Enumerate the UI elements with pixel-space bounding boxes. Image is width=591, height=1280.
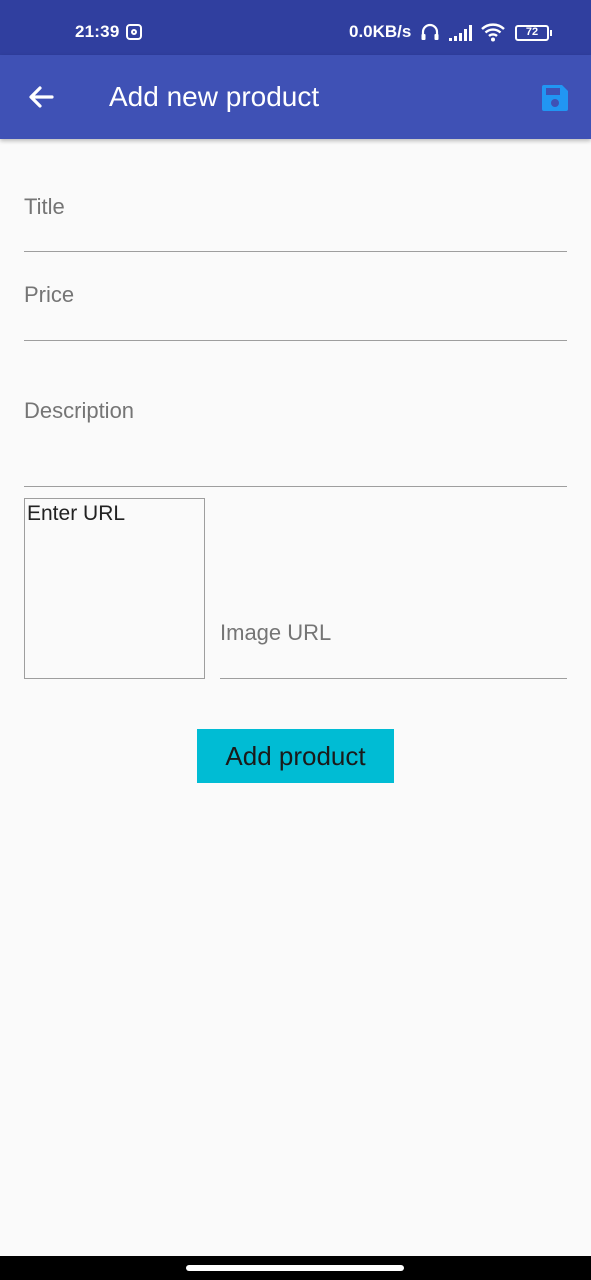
add-product-button[interactable]: Add product — [197, 729, 394, 783]
battery-cap — [550, 30, 552, 36]
status-time: 21:39 — [75, 22, 120, 41]
battery-level: 72 — [525, 26, 539, 38]
title-input[interactable] — [24, 194, 567, 220]
wifi-icon — [481, 23, 505, 42]
price-input[interactable] — [24, 282, 567, 308]
title-field — [24, 180, 567, 252]
image-url-field — [220, 608, 567, 679]
signal-icon — [449, 25, 472, 41]
description-field — [24, 388, 567, 487]
network-speed: 0.0KB/s — [349, 22, 412, 41]
image-preview: Enter URL — [24, 498, 205, 679]
app-bar: Add new product — [0, 55, 591, 139]
image-url-input[interactable] — [220, 620, 567, 646]
page-title: Add new product — [109, 81, 320, 112]
home-indicator[interactable] — [186, 1265, 404, 1271]
price-field — [24, 270, 567, 341]
arrow-left-icon[interactable] — [24, 79, 60, 115]
instagram-icon — [126, 24, 142, 40]
status-bar: 21:39 0.0KB/s 72 — [0, 0, 591, 55]
description-input[interactable] — [24, 398, 567, 478]
save-icon[interactable] — [540, 83, 570, 113]
system-nav-bar — [0, 1256, 591, 1280]
headset-icon — [421, 23, 439, 40]
image-preview-placeholder: Enter URL — [27, 502, 126, 525]
battery-icon: 72 — [515, 25, 549, 41]
